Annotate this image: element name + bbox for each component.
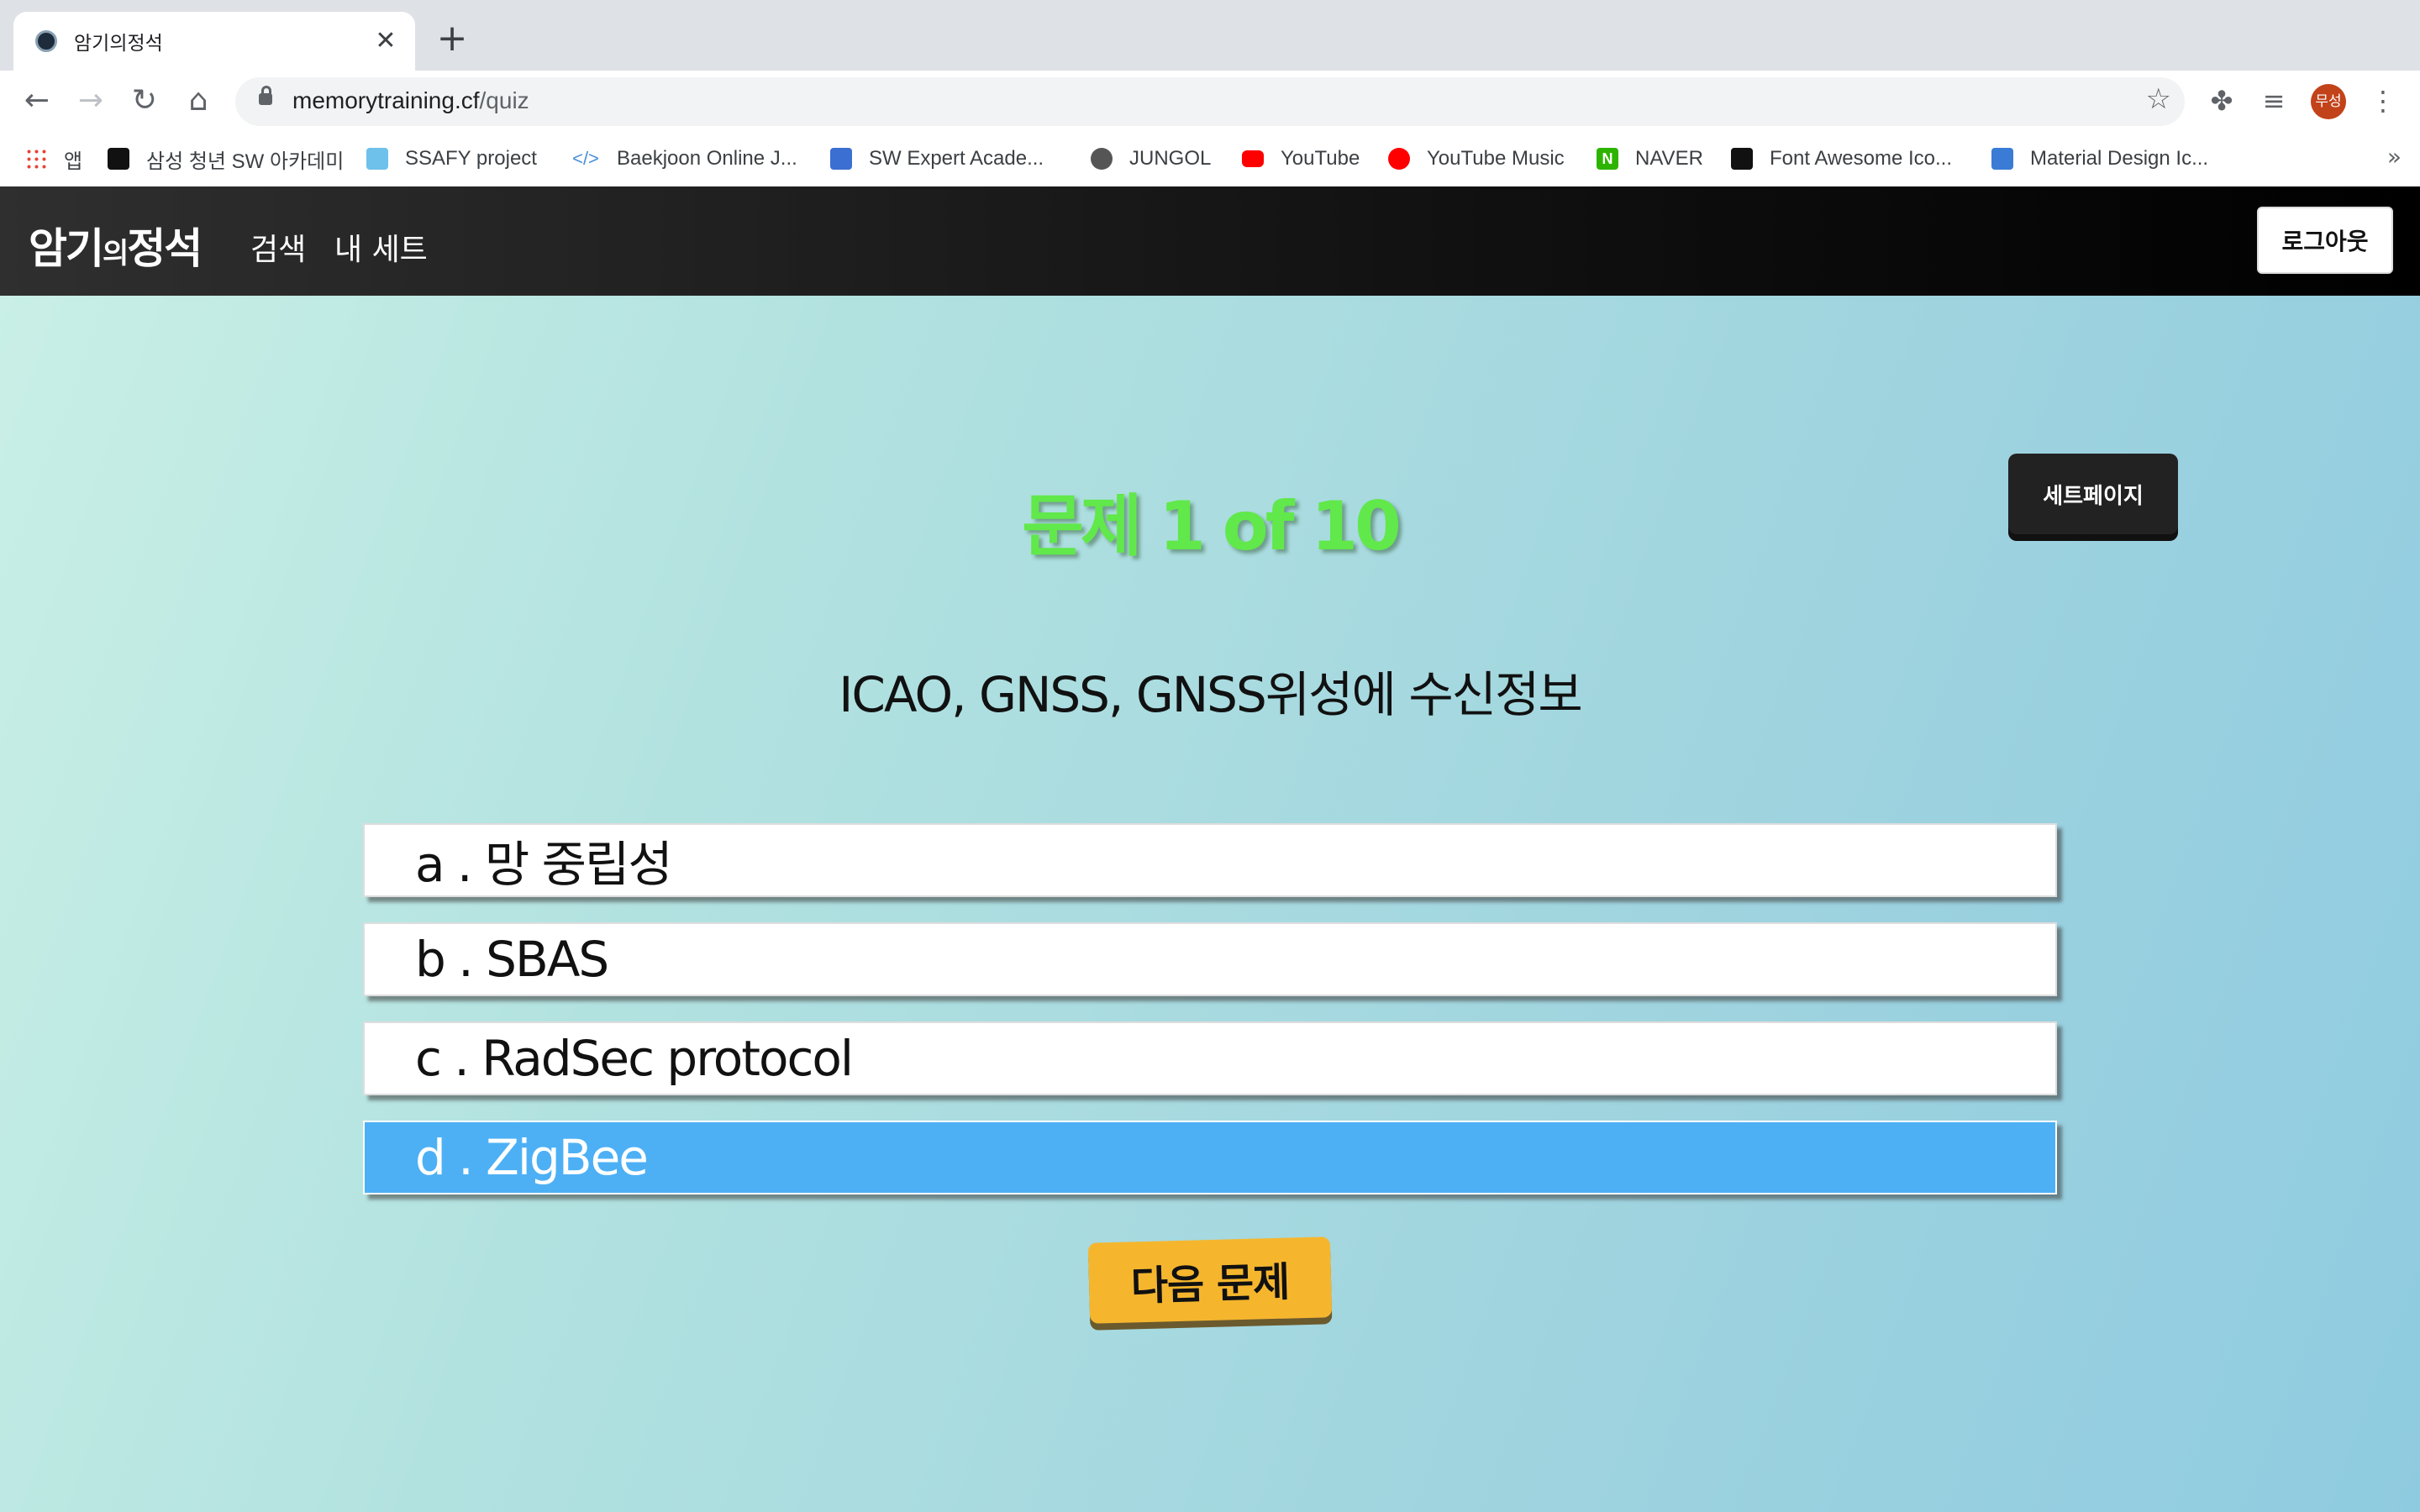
nav-my-sets-link[interactable]: 내 세트: [334, 225, 428, 269]
media-queue-icon[interactable]: ≡: [2255, 82, 2292, 119]
bookmark-ssafy-academy[interactable]: 삼성 청년 SW 아카데미: [108, 144, 344, 173]
browser-toolbar: ← → ↻ ⌂ memorytraining.cf/quiz ☆ ✤ ≡ 무성 …: [0, 71, 2420, 131]
answer-option-b[interactable]: b . SBAS: [363, 922, 2057, 996]
bookmark-label: SSAFY project: [405, 147, 537, 170]
bookmark-label: YouTube Music: [1427, 147, 1565, 170]
bookmark-label: 삼성 청년 SW 아카데미: [146, 150, 345, 173]
site-favicon-icon: [35, 30, 57, 52]
next-question-button[interactable]: 다음 문제: [1087, 1236, 1333, 1324]
forward-arrow-icon[interactable]: →: [72, 82, 109, 119]
bookmark-jungol[interactable]: JUNGOL: [1091, 144, 1211, 173]
profile-avatar[interactable]: 무성: [2311, 84, 2346, 119]
bookmark-label: NAVER: [1635, 147, 1703, 170]
more-bookmarks-icon[interactable]: »: [2387, 143, 2402, 171]
globe-icon: [1091, 148, 1113, 170]
bookmark-label: Material Design Ic...: [2030, 147, 2209, 170]
back-arrow-icon[interactable]: ←: [18, 82, 55, 119]
nav-search-link[interactable]: 검색: [250, 225, 306, 269]
lock-icon: [259, 86, 272, 105]
home-icon[interactable]: ⌂: [180, 82, 217, 119]
apps-grid-icon: [25, 148, 47, 170]
answer-option-c[interactable]: c . RadSec protocol: [363, 1021, 2057, 1095]
question-text: ICAO, GNSS, GNSS위성에 수신정보: [839, 666, 1583, 723]
bookmarks-bar: 앱 삼성 청년 SW 아카데미 SSAFY project </> Baekjo…: [0, 131, 2420, 187]
answer-option-a[interactable]: a . 망 중립성: [363, 823, 2057, 897]
bookmark-sw-expert[interactable]: SW Expert Acade...: [830, 144, 1044, 173]
bookmark-youtube-music[interactable]: YouTube Music: [1388, 144, 1565, 173]
quiz-page: 세트페이지 문제 1 of 10 ICAO, GNSS, GNSS위성에 수신정…: [0, 296, 2420, 1512]
site-logo[interactable]: 암기의정석: [29, 215, 203, 276]
youtube-icon: [1242, 150, 1264, 167]
bookmark-label: 앱: [64, 150, 83, 173]
bookmark-baekjoon[interactable]: </> Baekjoon Online J...: [571, 144, 797, 173]
address-bar[interactable]: memorytraining.cf/quiz ☆: [235, 77, 2185, 126]
swea-icon: [830, 148, 852, 170]
bookmark-label: Baekjoon Online J...: [617, 147, 797, 170]
reload-icon[interactable]: ↻: [126, 82, 163, 119]
url-text: memorytraining.cf/quiz: [292, 87, 529, 113]
tab-title: 암기의정석: [74, 33, 163, 55]
material-icon: [1991, 148, 2013, 170]
youtube-music-icon: [1388, 148, 1410, 170]
bookmark-label: JUNGOL: [1129, 147, 1212, 170]
bookmark-material-design[interactable]: Material Design Ic...: [1991, 144, 2208, 173]
site-header: 암기의정석 검색 내 세트 로그아웃: [0, 186, 2420, 296]
bookmark-font-awesome[interactable]: Font Awesome Ico...: [1731, 144, 1952, 173]
bookmark-label: Font Awesome Ico...: [1770, 147, 1952, 170]
bookmark-star-icon[interactable]: ☆: [2146, 82, 2171, 116]
quiz-progress-title: 문제 1 of 10: [1022, 487, 1402, 565]
bookmark-label: SW Expert Acade...: [869, 147, 1044, 170]
flag-icon: [1731, 148, 1753, 170]
bookmark-naver[interactable]: N NAVER: [1597, 144, 1703, 173]
bookmark-label: YouTube: [1281, 147, 1360, 170]
answer-option-d[interactable]: d . ZigBee: [363, 1121, 2057, 1194]
naver-icon: N: [1597, 148, 1618, 170]
bookmark-apps[interactable]: 앱: [25, 144, 82, 173]
extensions-puzzle-icon[interactable]: ✤: [2203, 82, 2240, 119]
menu-kebab-icon[interactable]: ⋮: [2365, 82, 2402, 119]
close-tab-icon[interactable]: ✕: [371, 27, 400, 55]
code-brackets-icon: </>: [572, 148, 599, 169]
logout-button[interactable]: 로그아웃: [2257, 207, 2393, 274]
new-tab-icon[interactable]: +: [435, 20, 469, 57]
ssafy-light-icon: [366, 148, 388, 170]
ssafy-dark-icon: [108, 148, 129, 170]
bookmark-youtube[interactable]: YouTube: [1242, 144, 1360, 173]
browser-tab[interactable]: 암기의정석 ✕: [13, 12, 415, 71]
browser-tab-bar: 암기의정석 ✕ +: [0, 0, 2420, 71]
bookmark-ssafy-project[interactable]: SSAFY project: [366, 144, 537, 173]
